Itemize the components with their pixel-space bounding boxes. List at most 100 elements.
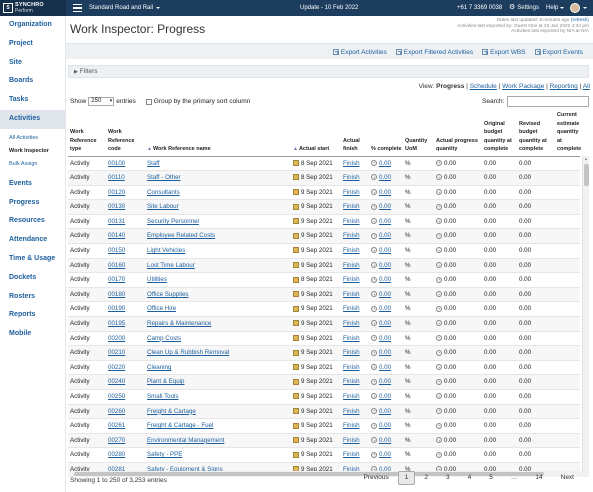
- pct-radio-icon[interactable]: [371, 232, 377, 239]
- pager-next[interactable]: Next: [552, 472, 583, 484]
- qty-radio-icon[interactable]: [436, 203, 442, 210]
- row-finish-link[interactable]: Finish: [343, 291, 360, 298]
- project-selector[interactable]: Standard Road and Rail: [89, 0, 161, 16]
- row-name-link[interactable]: Plant & Equip: [147, 378, 185, 385]
- row-name-link[interactable]: Lost Time Labour: [147, 262, 195, 269]
- row-finish-link[interactable]: Finish: [343, 232, 360, 239]
- row-name-link[interactable]: Utilities: [147, 276, 167, 283]
- qty-radio-icon[interactable]: [436, 218, 442, 225]
- vertical-scrollbar[interactable]: ▲: [582, 156, 589, 471]
- row-finish-link[interactable]: Finish: [343, 378, 360, 385]
- row-finish-link[interactable]: Finish: [343, 393, 360, 400]
- row-code-link[interactable]: 00180: [108, 291, 125, 298]
- row-name-link[interactable]: Staff: [147, 160, 160, 167]
- sidebar-subitem-all-activities[interactable]: All Activities: [0, 132, 65, 145]
- calendar-icon[interactable]: [293, 305, 299, 312]
- chevron-down-icon[interactable]: [583, 7, 587, 9]
- row-name-link[interactable]: Light Vehicles: [147, 247, 185, 254]
- calendar-icon[interactable]: [293, 407, 299, 414]
- calendar-icon[interactable]: [293, 364, 299, 371]
- pct-radio-icon[interactable]: [371, 378, 377, 385]
- pager-page-14[interactable]: 14: [526, 472, 551, 484]
- col-header-rev-budget[interactable]: Revised budget quantity at complete: [517, 109, 555, 157]
- row-pct[interactable]: 0.00: [379, 451, 391, 458]
- row-pct[interactable]: 0.00: [379, 437, 391, 444]
- col-header-name[interactable]: ▲Work Reference name: [145, 109, 291, 157]
- col-header-current-est[interactable]: Current estimate quantity at complete: [555, 109, 581, 157]
- user-avatar[interactable]: [570, 3, 580, 13]
- pager-page-3[interactable]: 3: [437, 472, 459, 484]
- pct-radio-icon[interactable]: [371, 174, 377, 181]
- qty-radio-icon[interactable]: [436, 232, 442, 239]
- calendar-icon[interactable]: [293, 218, 299, 225]
- row-finish-link[interactable]: Finish: [343, 320, 360, 327]
- row-name-link[interactable]: Repairs & Maintenance: [147, 320, 211, 327]
- qty-radio-icon[interactable]: [436, 189, 442, 196]
- view-progress[interactable]: Progress: [436, 83, 464, 90]
- row-code-link[interactable]: 00240: [108, 378, 125, 385]
- qty-radio-icon[interactable]: [436, 174, 442, 181]
- col-header-uom[interactable]: Quantity UoM: [403, 109, 434, 157]
- view-work-package-link[interactable]: Work Package: [502, 83, 544, 90]
- row-finish-link[interactable]: Finish: [343, 437, 360, 444]
- row-finish-link[interactable]: Finish: [343, 189, 360, 196]
- qty-radio-icon[interactable]: [436, 451, 442, 458]
- row-name-link[interactable]: Cleaning: [147, 364, 171, 371]
- pct-radio-icon[interactable]: [371, 349, 377, 356]
- qty-radio-icon[interactable]: [436, 291, 442, 298]
- row-pct[interactable]: 0.00: [379, 247, 391, 254]
- calendar-icon[interactable]: [293, 203, 299, 210]
- calendar-icon[interactable]: [293, 451, 299, 458]
- row-pct[interactable]: 0.00: [379, 320, 391, 327]
- row-code-link[interactable]: 00210: [108, 349, 125, 356]
- pct-radio-icon[interactable]: [371, 218, 377, 225]
- row-code-link[interactable]: 00270: [108, 437, 125, 444]
- row-pct[interactable]: 0.00: [379, 378, 391, 385]
- row-finish-link[interactable]: Finish: [343, 451, 360, 458]
- qty-radio-icon[interactable]: [436, 320, 442, 327]
- sidebar-subitem-work-inspector[interactable]: Work Inspector: [0, 145, 65, 158]
- pct-radio-icon[interactable]: [371, 422, 377, 429]
- calendar-icon[interactable]: [293, 276, 299, 283]
- refresh-link[interactable]: (refresh): [571, 18, 589, 23]
- calendar-icon[interactable]: [293, 189, 299, 196]
- row-pct[interactable]: 0.00: [379, 408, 391, 415]
- view-schedule-link[interactable]: Schedule: [470, 83, 497, 90]
- row-code-link[interactable]: 00120: [108, 189, 125, 196]
- page-length-select[interactable]: 250: [88, 97, 115, 106]
- row-pct[interactable]: 0.00: [379, 174, 391, 181]
- row-pct[interactable]: 0.00: [379, 393, 391, 400]
- row-name-link[interactable]: Safety - PPE: [147, 451, 182, 458]
- row-name-link[interactable]: Office Supplies: [147, 291, 189, 298]
- export-events-button[interactable]: Export Events: [534, 49, 583, 56]
- pct-radio-icon[interactable]: [371, 262, 377, 269]
- qty-radio-icon[interactable]: [436, 262, 442, 269]
- sidebar-item-tasks[interactable]: Tasks: [0, 91, 65, 110]
- col-header-code[interactable]: Work Reference code: [106, 109, 145, 157]
- row-pct[interactable]: 0.00: [379, 349, 391, 356]
- row-pct[interactable]: 0.00: [379, 203, 391, 210]
- view-reporting-link[interactable]: Reporting: [550, 83, 578, 90]
- sidebar-item-progress[interactable]: Progress: [0, 194, 65, 213]
- row-pct[interactable]: 0.00: [379, 262, 391, 269]
- row-code-link[interactable]: 00260: [108, 408, 125, 415]
- col-header-orig-budget[interactable]: Original budget quantity at complete: [482, 109, 517, 157]
- col-header-pct[interactable]: % complete: [369, 109, 403, 157]
- qty-radio-icon[interactable]: [436, 422, 442, 429]
- row-finish-link[interactable]: Finish: [343, 364, 360, 371]
- export-activities-button[interactable]: Export Activities: [332, 49, 387, 56]
- row-code-link[interactable]: 00160: [108, 262, 125, 269]
- scrollbar-thumb[interactable]: [584, 164, 589, 186]
- calendar-icon[interactable]: [293, 159, 299, 166]
- pager-page-4[interactable]: 4: [459, 472, 481, 484]
- pct-radio-icon[interactable]: [371, 364, 377, 371]
- row-name-link[interactable]: Employee Related Costs: [147, 232, 215, 239]
- search-input[interactable]: [507, 96, 589, 107]
- calendar-icon[interactable]: [293, 437, 299, 444]
- pct-radio-icon[interactable]: [371, 276, 377, 283]
- filters-toggle[interactable]: ▶ Filters: [68, 65, 589, 78]
- calendar-icon[interactable]: [293, 232, 299, 239]
- qty-radio-icon[interactable]: [436, 247, 442, 254]
- view-all-link[interactable]: All: [583, 83, 590, 90]
- row-pct[interactable]: 0.00: [379, 364, 391, 371]
